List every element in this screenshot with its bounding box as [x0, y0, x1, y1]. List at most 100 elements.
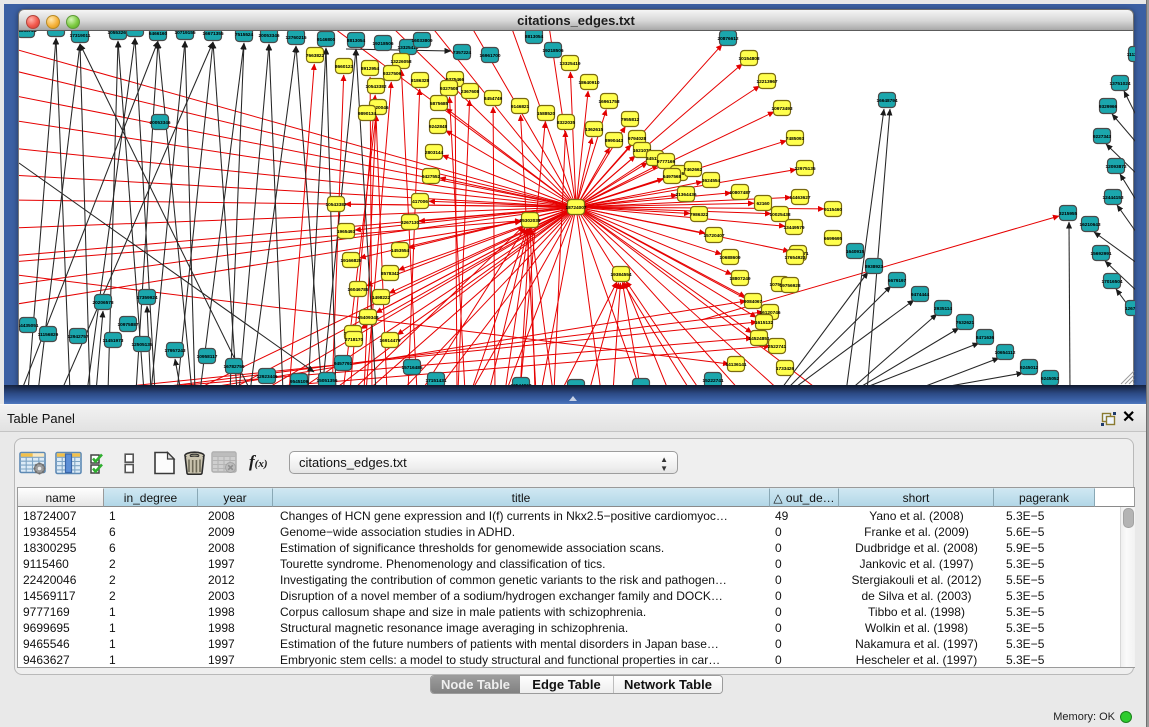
- svg-text:15051356: 15051356: [317, 378, 338, 384]
- svg-text:10975887: 10975887: [118, 322, 139, 328]
- svg-text:7955812: 7955812: [621, 117, 640, 123]
- svg-text:14136141: 14136141: [726, 362, 747, 368]
- svg-text:17359924: 17359924: [137, 295, 158, 301]
- svg-text:17319011: 17319011: [70, 33, 91, 39]
- svg-text:9327506: 9327506: [383, 71, 402, 77]
- svg-text:2522741: 2522741: [768, 344, 787, 350]
- svg-text:15720407: 15720407: [704, 233, 725, 239]
- svg-text:10543382: 10543382: [326, 202, 347, 208]
- svg-text:15692991: 15692991: [1091, 251, 1112, 257]
- svg-text:9427552: 9427552: [422, 174, 441, 180]
- svg-text:7986322: 7986322: [690, 212, 709, 218]
- svg-text:15222741: 15222741: [703, 378, 724, 384]
- svg-text:62160: 62160: [756, 201, 769, 207]
- svg-text:6679197: 6679197: [888, 278, 907, 284]
- svg-text:8578342: 8578342: [381, 271, 400, 277]
- svg-text:19756928: 19756928: [780, 283, 801, 289]
- svg-text:14435051: 14435051: [19, 323, 39, 329]
- svg-text:17016504: 17016504: [1102, 279, 1123, 285]
- svg-text:1362615: 1362615: [585, 127, 604, 133]
- svg-text:17957243: 17957243: [165, 348, 186, 354]
- svg-text:417006: 417006: [412, 199, 428, 205]
- svg-text:1965493: 1965493: [337, 229, 356, 235]
- svg-text:20091406: 20091406: [46, 31, 67, 33]
- svg-text:16210643: 16210643: [1080, 222, 1101, 228]
- svg-text:9777169: 9777169: [657, 159, 676, 165]
- svg-text:18807249: 18807249: [730, 276, 751, 282]
- svg-text:15409348: 15409348: [358, 315, 379, 321]
- svg-text:16671355: 16671355: [203, 31, 224, 37]
- svg-text:1733426: 1733426: [776, 366, 795, 372]
- svg-text:8454749: 8454749: [484, 96, 503, 102]
- svg-text:9227343: 9227343: [1093, 134, 1112, 140]
- svg-text:10688609: 10688609: [720, 255, 741, 261]
- svg-text:12942757: 12942757: [68, 334, 89, 340]
- svg-text:7515524: 7515524: [235, 32, 254, 38]
- svg-text:12213967: 12213967: [757, 79, 778, 85]
- svg-text:7462662: 7462662: [684, 167, 703, 173]
- svg-text:3624554: 3624554: [702, 178, 721, 184]
- svg-text:16914479: 16914479: [380, 338, 401, 344]
- svg-text:19218506: 19218506: [373, 41, 394, 47]
- svg-text:9146821: 9146821: [511, 104, 530, 110]
- svg-text:1588520: 1588520: [537, 111, 556, 117]
- svg-text:14524851: 14524851: [749, 336, 770, 342]
- svg-text:6497568: 6497568: [663, 174, 682, 180]
- svg-text:11451973: 11451973: [103, 338, 124, 344]
- svg-text:10807487: 10807487: [730, 190, 751, 196]
- svg-text:8938923: 8938923: [865, 264, 884, 270]
- svg-text:16961700: 16961700: [480, 53, 501, 59]
- svg-text:20053346: 20053346: [150, 120, 171, 126]
- svg-text:16782759: 16782759: [224, 364, 245, 370]
- svg-text:2718170: 2718170: [345, 337, 364, 343]
- svg-text:19218506: 19218506: [543, 48, 564, 54]
- svg-text:9545109: 9545109: [290, 379, 309, 385]
- svg-text:8813054: 8813054: [347, 38, 366, 44]
- svg-text:8322035: 8322035: [557, 120, 576, 126]
- svg-text:9115460: 9115460: [824, 207, 842, 213]
- svg-text:13751024: 13751024: [1110, 81, 1131, 87]
- svg-text:10154808: 10154808: [739, 56, 760, 62]
- svg-text:12760215: 12760215: [286, 35, 307, 41]
- svg-text:11156829: 11156829: [38, 332, 59, 338]
- svg-text:3267130: 3267130: [401, 220, 420, 226]
- svg-text:9474444: 9474444: [911, 292, 930, 298]
- svg-text:12923446: 12923446: [257, 374, 278, 380]
- svg-text:12505135: 12505135: [132, 342, 153, 348]
- svg-text:19166825: 19166825: [341, 258, 362, 264]
- svg-text:9084067: 9084067: [744, 299, 763, 305]
- svg-text:6466160: 6466160: [149, 31, 168, 37]
- svg-text:10025438: 10025438: [770, 212, 791, 218]
- svg-text:9890134: 9890134: [358, 111, 377, 117]
- svg-text:1615132: 1615132: [755, 320, 774, 326]
- svg-text:25302035: 25302035: [520, 218, 541, 224]
- svg-text:8990443: 8990443: [605, 138, 624, 144]
- svg-text:8660123: 8660123: [335, 64, 354, 70]
- svg-text:12444153: 12444153: [1103, 195, 1124, 201]
- svg-text:2935114: 2935114: [934, 306, 952, 312]
- svg-text:9327508: 9327508: [440, 86, 459, 92]
- svg-text:8471636: 8471636: [976, 335, 995, 341]
- svg-text:9794028: 9794028: [628, 136, 647, 142]
- svg-text:12093872: 12093872: [1106, 164, 1127, 170]
- svg-text:17151431: 17151431: [426, 378, 447, 384]
- svg-text:12544063: 12544063: [511, 383, 532, 385]
- svg-text:10654112: 10654112: [995, 350, 1016, 356]
- svg-text:1267537: 1267537: [1125, 306, 1135, 312]
- svg-text:9146800: 9146800: [317, 37, 336, 43]
- svg-text:2367608: 2367608: [461, 89, 480, 95]
- svg-text:16033809: 16033809: [412, 38, 433, 44]
- svg-text:14055724: 14055724: [19, 31, 37, 34]
- svg-text:8813054: 8813054: [525, 34, 544, 40]
- svg-text:10543382: 10543382: [366, 84, 387, 90]
- svg-text:18640910: 18640910: [579, 80, 600, 86]
- svg-text:9457791: 9457791: [334, 361, 353, 367]
- svg-text:7357224: 7357224: [453, 50, 472, 56]
- svg-text:18724007: 18724007: [566, 205, 587, 211]
- svg-text:9245012: 9245012: [1020, 365, 1039, 371]
- svg-text:13449579: 13449579: [784, 225, 805, 231]
- svg-text:3215955: 3215955: [1059, 211, 1078, 217]
- svg-text:11122283: 11122283: [1127, 52, 1135, 58]
- svg-text:20206578: 20206578: [93, 300, 114, 306]
- svg-text:7663822: 7663822: [306, 53, 325, 59]
